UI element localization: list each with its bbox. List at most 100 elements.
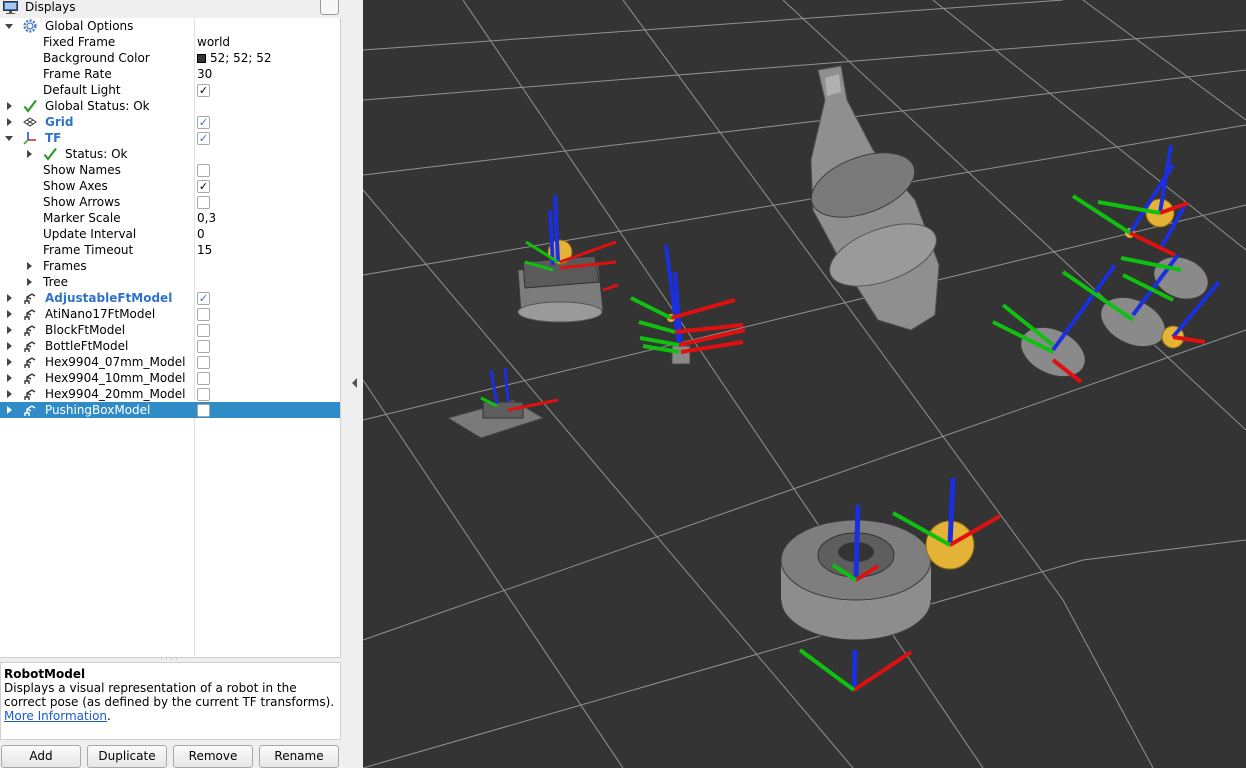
duplicate-button[interactable]: Duplicate xyxy=(87,745,167,768)
grid-icon xyxy=(23,117,37,127)
scene-canvas xyxy=(363,0,1246,768)
property-frame-rate[interactable]: Frame Rate 30 xyxy=(0,66,340,82)
collapse-arrow-icon[interactable] xyxy=(5,24,13,29)
tree-item-robot-model[interactable]: Hex9904_20mm_Model xyxy=(0,386,340,402)
expand-arrow-icon[interactable] xyxy=(27,150,32,158)
model-enabled-checkbox[interactable] xyxy=(197,324,210,337)
tf-enabled-checkbox[interactable]: ✓ xyxy=(197,132,210,145)
robot-arm-icon xyxy=(24,325,36,336)
model-enabled-checkbox[interactable] xyxy=(197,388,210,401)
tree-item-grid[interactable]: Grid ✓ xyxy=(0,114,340,130)
tree-item-robot-model[interactable]: BottleFtModel xyxy=(0,338,340,354)
help-title: RobotModel xyxy=(4,667,86,681)
model-enabled-checkbox[interactable] xyxy=(197,308,210,321)
property-label: Marker Scale xyxy=(43,211,121,225)
tree-item-robot-model[interactable]: AtiNano17FtModel xyxy=(0,306,340,322)
model-enabled-checkbox[interactable] xyxy=(197,404,210,417)
grid-enabled-checkbox[interactable]: ✓ xyxy=(197,116,210,129)
tree-item-robot-model[interactable]: BlockFtModel xyxy=(0,322,340,338)
panel-title: Displays xyxy=(25,0,76,14)
show-axes-checkbox[interactable]: ✓ xyxy=(197,180,210,193)
adjustable-ft-model xyxy=(517,194,619,323)
model-enabled-checkbox[interactable]: ✓ xyxy=(197,292,210,305)
tree-item-label: BlockFtModel xyxy=(45,323,126,337)
robot-arm-icon xyxy=(24,389,36,400)
rename-button[interactable]: Rename xyxy=(259,745,339,768)
property-label: Show Arrows xyxy=(43,195,121,209)
collapse-left-arrow-icon[interactable] xyxy=(352,378,357,388)
robot-arm-icon xyxy=(24,341,36,352)
default-light-checkbox[interactable]: ✓ xyxy=(197,84,210,97)
property-update-interval[interactable]: Update Interval 0 xyxy=(0,226,340,242)
expand-arrow-icon[interactable] xyxy=(7,294,12,302)
panel-splitter[interactable] xyxy=(341,0,363,768)
property-show-axes[interactable]: Show Axes ✓ xyxy=(0,178,340,194)
tree-item-label: Global Options xyxy=(45,19,134,33)
property-show-names[interactable]: Show Names xyxy=(0,162,340,178)
tree-item-label: AtiNano17FtModel xyxy=(45,307,156,321)
tree-item-label: TF xyxy=(45,131,62,145)
tree-item-label: Hex9904_10mm_Model xyxy=(45,371,186,385)
frame-rate-value[interactable]: 30 xyxy=(197,66,212,82)
tree-item-global-status[interactable]: Global Status: Ok xyxy=(0,98,340,114)
tree-item-label: Global Status: Ok xyxy=(45,99,150,113)
render-viewport[interactable] xyxy=(363,0,1246,768)
help-panel: RobotModel Displays a visual representat… xyxy=(0,662,341,740)
more-information-link[interactable]: More Information xyxy=(4,709,107,723)
expand-arrow-icon[interactable] xyxy=(7,406,12,414)
fixed-frame-value[interactable]: world xyxy=(197,34,230,50)
tree-item-robot-model[interactable]: Hex9904_07mm_Model xyxy=(0,354,340,370)
tree-item-frames[interactable]: Frames xyxy=(0,258,340,274)
property-label: Fixed Frame xyxy=(43,35,116,49)
tree-item-tf[interactable]: TF ✓ xyxy=(0,130,340,146)
model-enabled-checkbox[interactable] xyxy=(197,340,210,353)
tree-item-label: Frames xyxy=(43,259,87,273)
tree-item-robot-model[interactable]: AdjustableFtModel ✓ xyxy=(0,290,340,306)
expand-arrow-icon[interactable] xyxy=(7,310,12,318)
expand-arrow-icon[interactable] xyxy=(7,118,12,126)
collapse-arrow-icon[interactable] xyxy=(5,136,13,141)
property-frame-timeout[interactable]: Frame Timeout 15 xyxy=(0,242,340,258)
property-label: Show Names xyxy=(43,163,121,177)
property-marker-scale[interactable]: Marker Scale 0,3 xyxy=(0,210,340,226)
expand-arrow-icon[interactable] xyxy=(7,342,12,350)
property-background-color[interactable]: Background Color 52; 52; 52 xyxy=(0,50,340,66)
tree-item-label: BottleFtModel xyxy=(45,339,129,353)
background-color-value[interactable]: 52; 52; 52 xyxy=(197,50,272,66)
gear-icon xyxy=(23,19,37,33)
marker-scale-value[interactable]: 0,3 xyxy=(197,210,216,226)
show-arrows-checkbox[interactable] xyxy=(197,196,210,209)
expand-arrow-icon[interactable] xyxy=(7,102,12,110)
update-interval-value[interactable]: 0 xyxy=(197,226,205,242)
property-fixed-frame[interactable]: Fixed Frame world xyxy=(0,34,340,50)
expand-arrow-icon[interactable] xyxy=(7,374,12,382)
expand-arrow-icon[interactable] xyxy=(7,326,12,334)
property-label: Background Color xyxy=(43,51,150,65)
frame-timeout-value[interactable]: 15 xyxy=(197,242,212,258)
checkmark-icon xyxy=(43,147,57,161)
tree-item-robot-model[interactable]: Hex9904_10mm_Model xyxy=(0,370,340,386)
tree-item-tf-tree[interactable]: Tree xyxy=(0,274,340,290)
tree-item-label: Grid xyxy=(45,115,74,129)
tree-item-global-options[interactable]: Global Options xyxy=(0,18,340,34)
tree-item-robot-model[interactable]: PushingBoxModel xyxy=(0,402,340,418)
model-enabled-checkbox[interactable] xyxy=(197,356,210,369)
resize-grip-icon[interactable]: · · · · xyxy=(160,656,180,664)
display-tree[interactable]: Global Options Fixed Frame world Backgro… xyxy=(0,18,341,658)
expand-arrow-icon[interactable] xyxy=(27,262,32,270)
model-enabled-checkbox[interactable] xyxy=(197,372,210,385)
monitor-icon xyxy=(3,1,18,14)
robot-arm-icon xyxy=(24,405,36,416)
undock-button[interactable] xyxy=(320,0,339,15)
property-show-arrows[interactable]: Show Arrows xyxy=(0,194,340,210)
expand-arrow-icon[interactable] xyxy=(7,390,12,398)
tree-item-label: Status: Ok xyxy=(65,147,128,161)
remove-button[interactable]: Remove xyxy=(173,745,253,768)
show-names-checkbox[interactable] xyxy=(197,164,210,177)
expand-arrow-icon[interactable] xyxy=(27,278,32,286)
tree-item-tf-status[interactable]: Status: Ok xyxy=(0,146,340,162)
expand-arrow-icon[interactable] xyxy=(7,358,12,366)
property-default-light[interactable]: Default Light ✓ xyxy=(0,82,340,98)
displays-panel: Displays Global Options Fixed Frame worl… xyxy=(0,0,341,768)
add-button[interactable]: Add xyxy=(1,745,81,768)
